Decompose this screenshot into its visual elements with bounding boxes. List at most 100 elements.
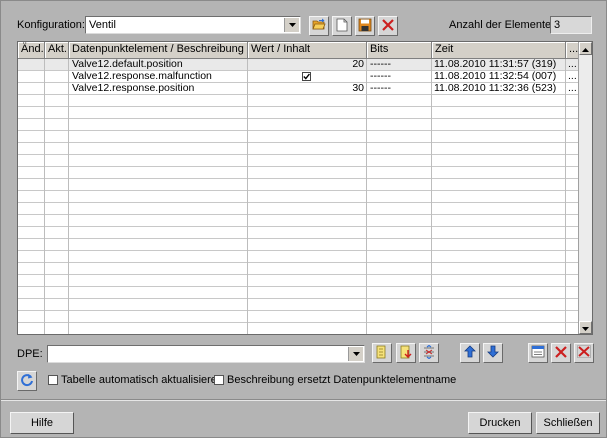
config-value: Ventil (89, 19, 116, 31)
new-config-button[interactable] (332, 16, 352, 36)
print-button[interactable]: Drucken (468, 412, 532, 434)
arrow-up-icon (464, 345, 476, 361)
element-count-label: Anzahl der Elemente: (449, 19, 555, 31)
element-count-field: 3 (550, 16, 592, 34)
col-divider (565, 59, 566, 334)
auto-refresh-checkbox[interactable] (48, 375, 58, 385)
scroll-up-button[interactable] (579, 42, 592, 55)
row-element-name: Valve12.response.malfunction (72, 71, 212, 82)
row-value: 20 (352, 59, 364, 70)
insert-arrow-icon (400, 345, 412, 362)
add-dpe-button[interactable] (372, 343, 392, 363)
row-time: 11.08.2010 11:32:54 (007) (434, 71, 557, 82)
col-header-value[interactable]: Wert / Inhalt (248, 42, 367, 58)
config-label: Konfiguration: (17, 19, 85, 31)
folder-open-icon (312, 18, 326, 34)
table-header: Änd. Akt. Datenpunktelement / Beschreibu… (18, 42, 592, 59)
row-element-name: Valve12.response.position (72, 83, 195, 94)
table-row[interactable]: Valve12.default.position 20 ------ 11.08… (18, 59, 578, 71)
empty-table-row (18, 275, 578, 287)
remove-all-rows-button[interactable] (574, 343, 594, 363)
empty-table-row (18, 215, 578, 227)
row-bits: ------ (370, 59, 391, 70)
table-body: Valve12.default.position 20 ------ 11.08… (18, 59, 578, 334)
empty-table-row (18, 299, 578, 311)
auto-refresh-label: Tabelle automatisch aktualisieren (61, 374, 224, 386)
col-divider (247, 59, 248, 334)
footer-separator-highlight (1, 400, 606, 401)
col-divider (68, 59, 69, 334)
table-row[interactable]: Valve12.response.malfunction ------ 11.0… (18, 71, 578, 83)
dpe-combobox[interactable] (47, 345, 365, 363)
row-more[interactable]: ... (568, 59, 577, 70)
window-list-icon (531, 345, 545, 361)
close-button[interactable]: Schließen (536, 412, 600, 434)
description-replace-checkbox[interactable] (214, 375, 224, 385)
move-down-button[interactable] (483, 343, 503, 363)
dialog-window: Konfiguration: Ventil Anzahl der Element… (0, 0, 607, 438)
scroll-down-button[interactable] (579, 321, 592, 334)
row-bits: ------ (370, 71, 391, 82)
empty-table-row (18, 251, 578, 263)
empty-table-row (18, 263, 578, 275)
save-disk-icon (358, 18, 372, 35)
refresh-icon (20, 373, 34, 390)
row-more[interactable]: ... (568, 83, 577, 94)
filter-dpe-button[interactable] (419, 343, 439, 363)
empty-table-row (18, 179, 578, 191)
col-divider (44, 59, 45, 334)
row-time: 11.08.2010 11:31:57 (319) (434, 59, 557, 70)
delete-config-button[interactable] (378, 16, 398, 36)
open-config-button[interactable] (309, 16, 329, 36)
row-value: 30 (352, 83, 364, 94)
add-list-icon (376, 345, 388, 362)
col-header-time[interactable]: Zeit (432, 42, 566, 58)
empty-table-row (18, 107, 578, 119)
empty-table-row (18, 95, 578, 107)
table-vertical-scrollbar[interactable] (578, 42, 592, 334)
empty-table-row (18, 167, 578, 179)
row-more[interactable]: ... (568, 71, 577, 82)
empty-table-row (18, 119, 578, 131)
close-icon (555, 345, 567, 361)
chevron-down-icon[interactable] (348, 347, 363, 361)
arrow-down-icon (487, 345, 499, 361)
empty-table-row (18, 239, 578, 251)
refresh-button[interactable] (17, 371, 37, 391)
element-count-value: 3 (554, 19, 561, 31)
empty-table-row (18, 323, 578, 334)
empty-table-row (18, 191, 578, 203)
save-config-button[interactable] (355, 16, 375, 36)
insert-dpe-button[interactable] (396, 343, 416, 363)
delete-all-icon (577, 345, 591, 361)
col-header-element[interactable]: Datenpunktelement / Beschreibung (69, 42, 248, 58)
empty-table-row (18, 311, 578, 323)
empty-table-row (18, 203, 578, 215)
empty-table-row (18, 287, 578, 299)
dpe-label: DPE: (17, 348, 43, 360)
col-divider (366, 59, 367, 334)
properties-button[interactable] (528, 343, 548, 363)
description-replace-label: Beschreibung ersetzt Datenpunktelementna… (227, 374, 457, 386)
row-value-checkbox[interactable] (302, 72, 312, 82)
table-row[interactable]: Valve12.response.position 30 ------ 11.0… (18, 83, 578, 95)
datapoint-table[interactable]: Änd. Akt. Datenpunktelement / Beschreibu… (17, 41, 593, 335)
row-time: 11.08.2010 11:32:36 (523) (434, 83, 557, 94)
empty-table-row (18, 131, 578, 143)
empty-table-row (18, 227, 578, 239)
chevron-down-icon[interactable] (284, 18, 299, 32)
row-element-name: Valve12.default.position (72, 59, 183, 70)
chevron-up-icon (582, 43, 589, 55)
empty-table-row (18, 155, 578, 167)
chevron-down-icon (582, 322, 589, 334)
remove-row-button[interactable] (551, 343, 571, 363)
help-button[interactable]: Hilfe (10, 412, 74, 434)
sort-arrows-icon (422, 344, 436, 362)
col-divider (431, 59, 432, 334)
col-header-bits[interactable]: Bits (367, 42, 432, 58)
close-icon (382, 18, 394, 34)
move-up-button[interactable] (460, 343, 480, 363)
col-header-active[interactable]: Akt. (45, 42, 69, 58)
config-combobox[interactable]: Ventil (85, 16, 301, 34)
col-header-changed[interactable]: Änd. (18, 42, 45, 58)
